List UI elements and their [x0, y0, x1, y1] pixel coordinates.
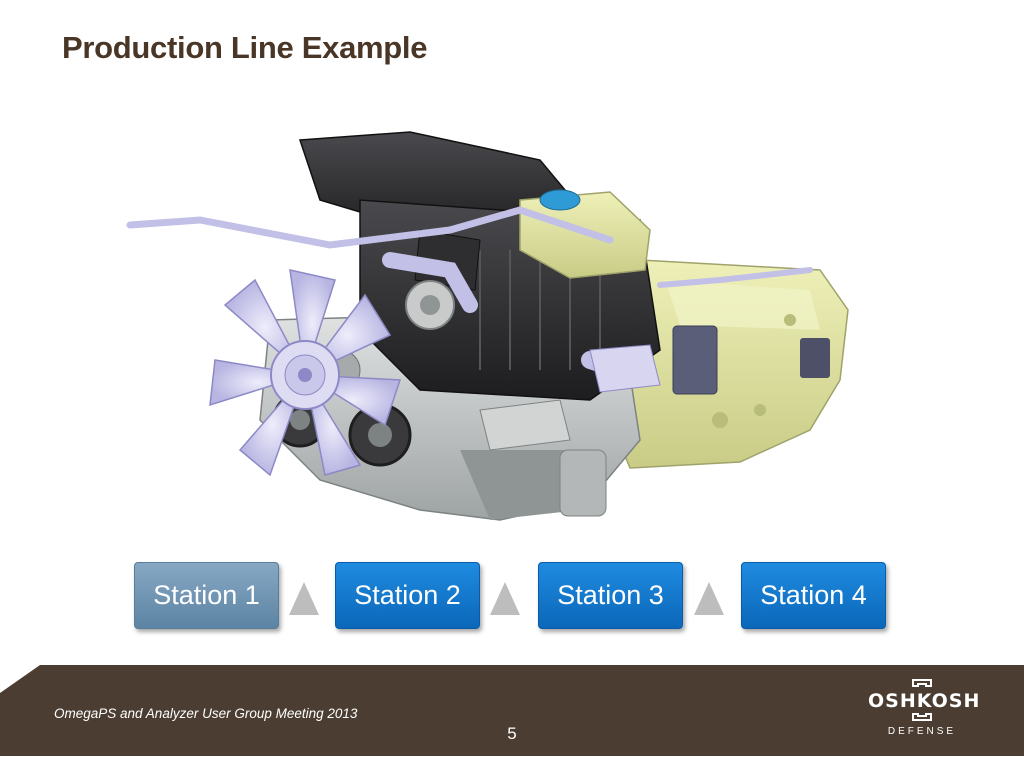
flow-arrow-icon	[490, 582, 520, 615]
engine-svg	[126, 131, 849, 521]
page-number: 5	[507, 724, 517, 743]
footer-notch	[0, 665, 40, 693]
station-2-button[interactable]: Station 2	[335, 562, 480, 629]
station-4-button[interactable]: Station 4	[741, 562, 886, 629]
flow-arrow-icon	[694, 582, 724, 615]
logo-subtitle: DEFENSE	[887, 726, 957, 737]
oshkosh-defense-logo: OSHKOSH DEFENSE	[868, 678, 981, 744]
footer-meeting-text: OmegaPS and Analyzer User Group Meeting …	[54, 706, 358, 721]
slide-title: Production Line Example	[62, 30, 428, 65]
station-3-button[interactable]: Station 3	[538, 562, 683, 629]
logo-wordmark: OSHKOSH	[868, 690, 981, 712]
flow-arrow-icon	[289, 582, 319, 615]
station-1-button[interactable]: Station 1	[134, 562, 279, 629]
slide: Production Line Example Station 1 Statio…	[0, 0, 1024, 768]
engine-render-image	[120, 120, 860, 540]
